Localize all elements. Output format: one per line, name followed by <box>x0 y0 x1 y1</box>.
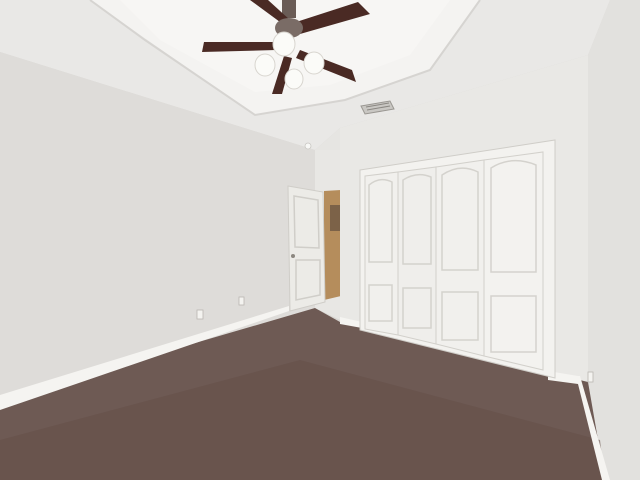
electrical-outlet <box>587 371 594 383</box>
hallway-picture <box>330 205 340 231</box>
fan-light <box>284 68 304 90</box>
closet-door-panel-1 <box>364 171 399 336</box>
closet-door-panel-3 <box>435 159 485 357</box>
right-wall <box>588 0 640 480</box>
fan-light <box>254 53 276 77</box>
bedroom-photo <box>0 0 640 480</box>
electrical-outlet <box>196 309 204 320</box>
door-knob <box>291 254 295 258</box>
fan-light-center <box>272 31 296 57</box>
smoke-detector <box>304 142 312 150</box>
electrical-outlet <box>238 296 245 306</box>
closet-right-door <box>435 151 544 371</box>
closet-left-door <box>364 166 437 345</box>
fan-light <box>303 51 325 75</box>
closet-door-panel-4 <box>483 151 544 371</box>
